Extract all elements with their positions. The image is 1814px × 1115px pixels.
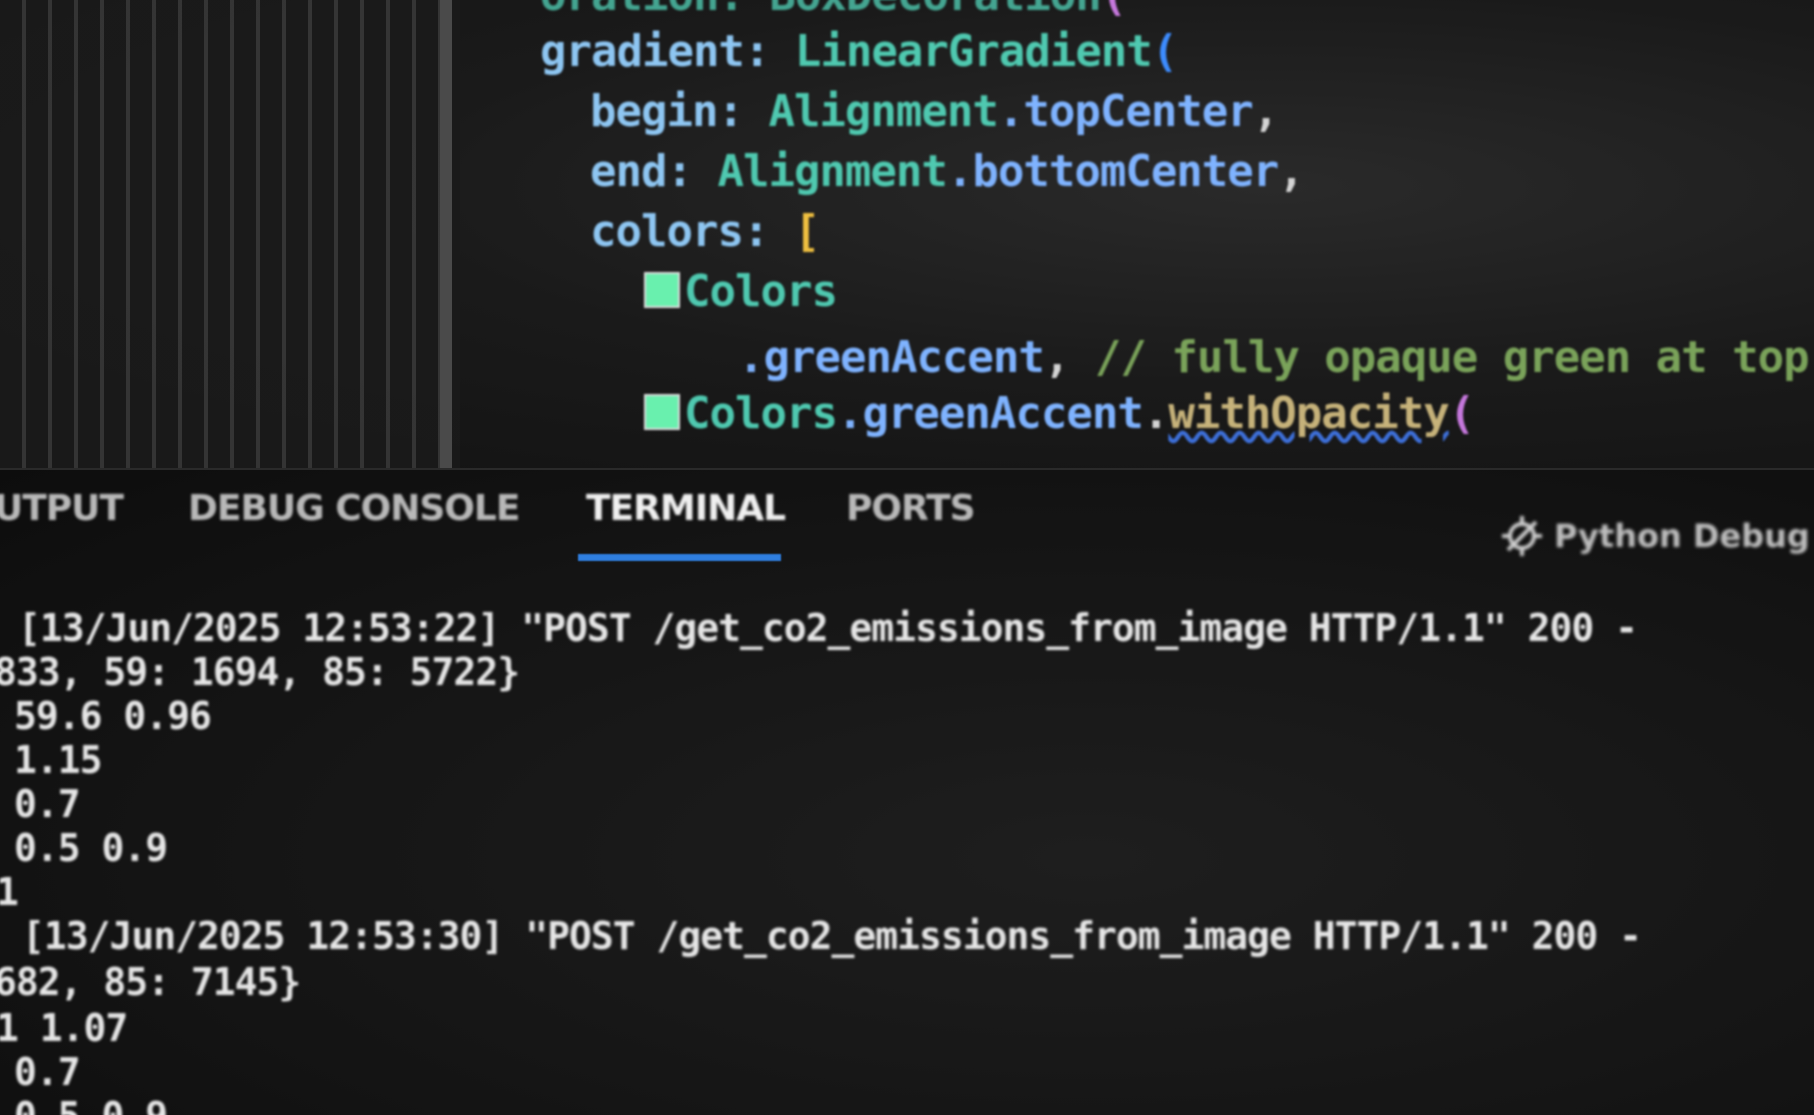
terminal-line: [13/Jun/2025 12:53:22] "POST /get_co2_em… <box>18 606 1638 650</box>
terminal-line: 1 1.07 <box>0 1006 128 1050</box>
terminal-line: 833, 59: 1694, 85: 5722} <box>0 650 520 694</box>
code-line-gradient: gradient: LinearGradient( <box>540 26 1178 77</box>
terminal-line: 0.5 0.9 <box>14 826 168 870</box>
python-debug-label[interactable]: Python Debug <box>1500 514 1810 558</box>
terminal-line: 0.5 0.9 <box>14 1094 168 1115</box>
tab-terminal[interactable]: TERMINAL <box>586 488 786 529</box>
code-token: .greenAccent <box>738 332 1045 383</box>
terminal-line: 1.15 <box>14 738 103 782</box>
code-line-decoration: oration: BoxDecoration( <box>540 0 1127 21</box>
gutter-divider <box>440 0 452 468</box>
code-token: , <box>1043 332 1070 383</box>
code-line-colors: colors: [ <box>590 206 820 257</box>
code-token: .topCenter <box>997 86 1254 137</box>
deprecated-token[interactable]: withOpacity <box>1168 388 1449 439</box>
code-token: , <box>1278 146 1304 197</box>
code-line-colors-ref: Colors <box>644 266 838 317</box>
code-token: Colors <box>684 388 838 439</box>
screen: oration: BoxDecoration( gradient: Linear… <box>0 0 1814 1115</box>
bottom-panel: UTPUT DEBUG CONSOLE TERMINAL PORTS Pytho… <box>0 468 1814 1115</box>
terminal-line: 1 <box>0 870 19 914</box>
terminal-line: 0.7 <box>14 1050 81 1094</box>
code-line-end: end: Alignment.bottomCenter, <box>590 146 1305 197</box>
code-token: gradient: <box>540 26 770 77</box>
debug-config-name: Python Debug <box>1554 517 1810 555</box>
color-swatch-icon[interactable] <box>644 394 680 430</box>
active-tab-indicator <box>578 554 781 561</box>
code-token: .bottomCenter <box>946 146 1279 197</box>
code-token: Alignment <box>768 86 998 137</box>
code-comment: // fully opaque green at top <box>1094 332 1810 383</box>
color-swatch-icon[interactable] <box>644 272 680 308</box>
code-line-begin: begin: Alignment.topCenter, <box>590 86 1279 137</box>
code-token: , <box>1252 86 1279 137</box>
code-token: end: <box>590 146 693 197</box>
tab-output[interactable]: UTPUT <box>0 488 124 529</box>
gear-bug-icon <box>1502 516 1542 556</box>
code-token: Alignment <box>717 146 947 197</box>
code-token: Colors <box>684 266 838 317</box>
tab-debug-console[interactable]: DEBUG CONSOLE <box>188 488 520 529</box>
code-token: colors: <box>590 206 769 257</box>
code-line-green-accent: .greenAccent, // fully opaque green at t… <box>738 332 1810 383</box>
code-token: LinearGradient <box>794 26 1153 77</box>
code-token: [ <box>793 206 820 257</box>
code-token: .greenAccent <box>836 388 1144 439</box>
code-editor[interactable]: oration: BoxDecoration( gradient: Linear… <box>0 0 1814 468</box>
code-line-with-opacity: Colors.greenAccent.withOpacity( <box>644 388 1475 439</box>
code-token: . <box>1142 388 1169 439</box>
code-token: begin: <box>590 86 744 137</box>
editor-gutter <box>0 0 460 468</box>
code-token: ( <box>1448 388 1475 439</box>
tab-ports[interactable]: PORTS <box>846 488 976 529</box>
terminal-line: 682, 85: 7145} <box>0 960 301 1004</box>
terminal-line: 59.6 0.96 <box>14 694 212 738</box>
code-token: ( <box>1151 26 1178 77</box>
terminal-line: 0.7 <box>14 782 81 826</box>
terminal-line: [13/Jun/2025 12:53:30] "POST /get_co2_em… <box>22 914 1642 958</box>
